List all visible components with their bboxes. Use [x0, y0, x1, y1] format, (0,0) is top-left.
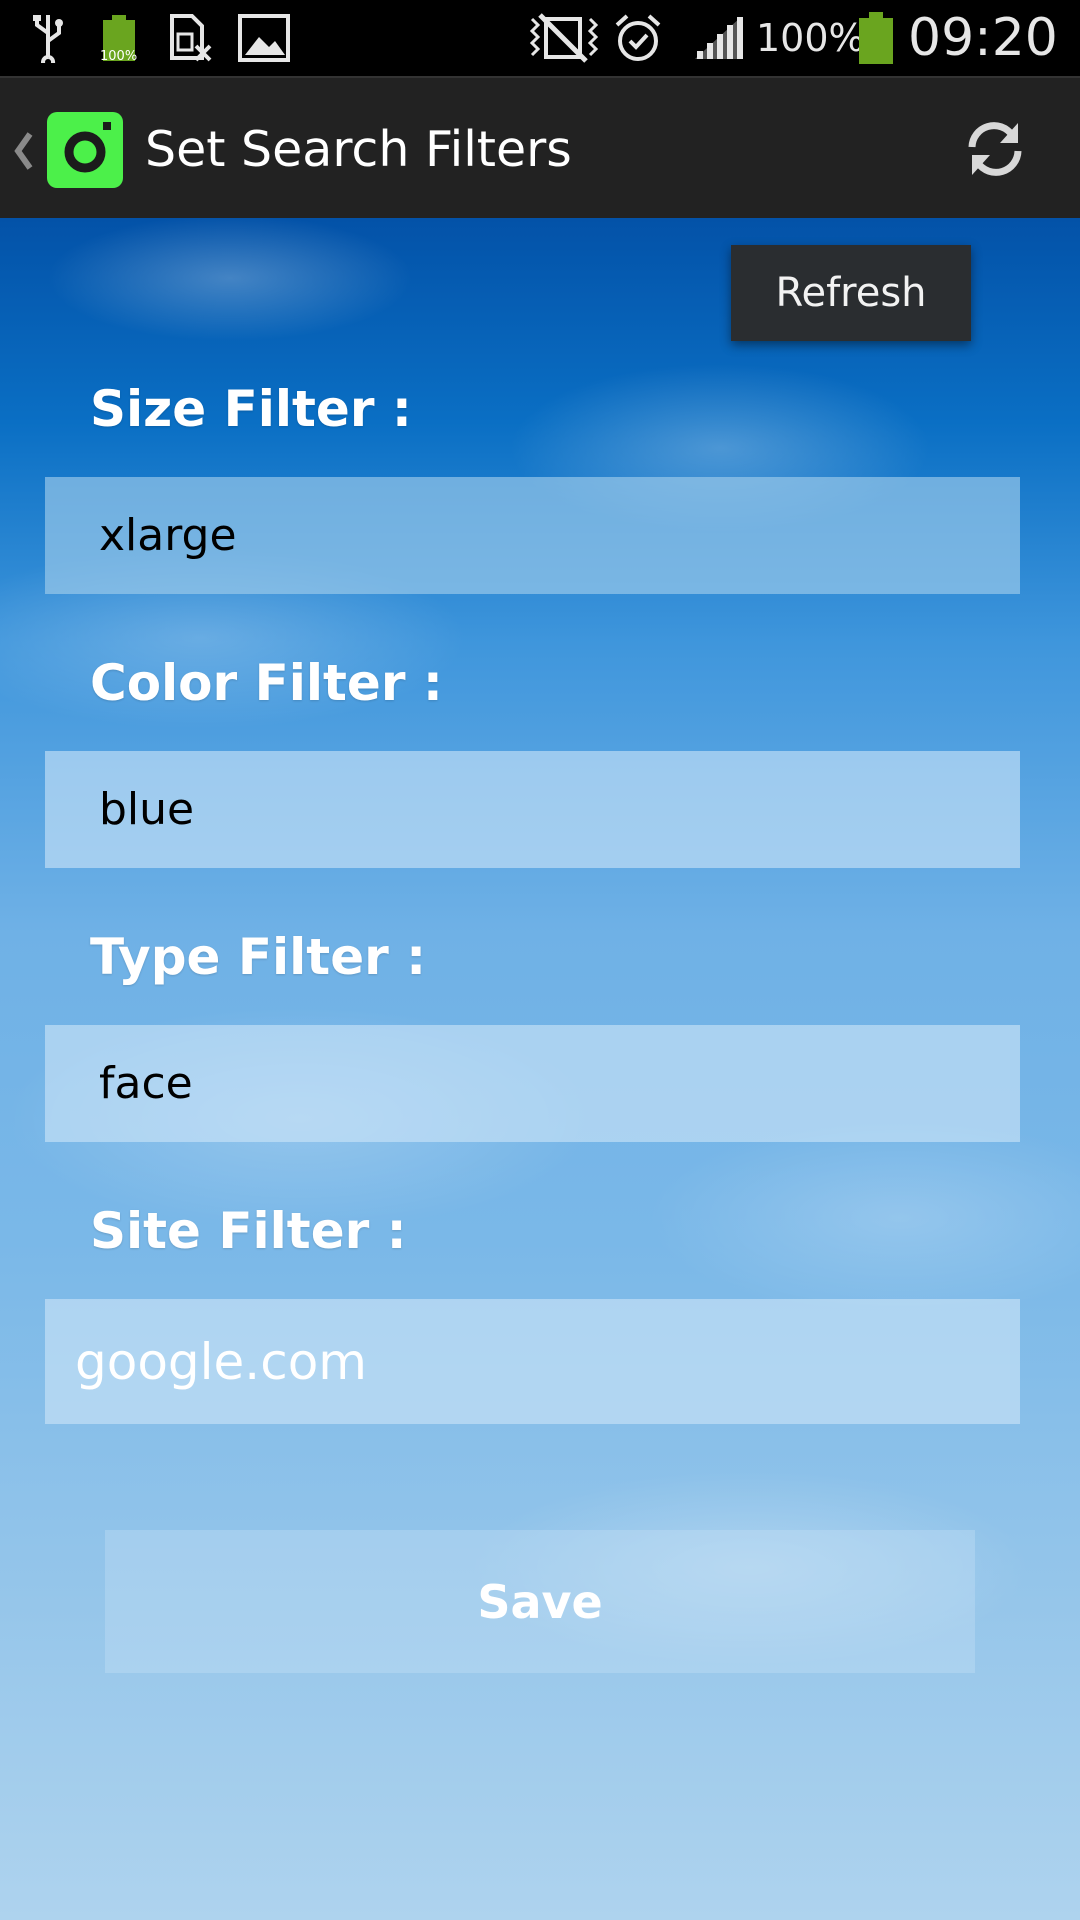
page-title: Set Search Filters — [145, 120, 572, 178]
status-bar: 100% 100% 09:20 — [0, 0, 1080, 76]
mute-icon — [528, 0, 600, 76]
clock: 09:20 — [908, 8, 1058, 68]
site-filter-input[interactable] — [75, 1299, 1020, 1424]
size-filter-label: Size Filter : — [90, 380, 412, 438]
sim-icon — [168, 0, 212, 76]
usb-icon — [28, 0, 68, 76]
site-filter-label: Site Filter : — [90, 1202, 407, 1260]
camera-app-icon[interactable] — [47, 112, 123, 188]
save-button[interactable]: Save — [105, 1530, 975, 1673]
color-filter-value: blue — [99, 784, 195, 835]
size-filter-value: xlarge — [99, 510, 237, 561]
battery-percent: 100% — [756, 16, 865, 60]
color-filter-label: Color Filter : — [90, 654, 443, 712]
back-chevron-icon[interactable] — [8, 126, 38, 176]
site-filter-field[interactable] — [45, 1299, 1020, 1424]
image-icon — [236, 0, 292, 76]
popup-menu-refresh[interactable]: Refresh — [731, 245, 971, 341]
action-bar: Set Search Filters — [0, 76, 1080, 218]
type-filter-label: Type Filter : — [90, 928, 427, 986]
signal-icon — [690, 0, 746, 76]
color-filter-field[interactable]: blue — [45, 751, 1020, 868]
alarm-icon — [610, 0, 666, 76]
battery-icon — [856, 0, 896, 76]
refresh-icon[interactable] — [960, 114, 1030, 184]
type-filter-field[interactable]: face — [45, 1025, 1020, 1142]
size-filter-field[interactable]: xlarge — [45, 477, 1020, 594]
type-filter-value: face — [99, 1058, 193, 1109]
